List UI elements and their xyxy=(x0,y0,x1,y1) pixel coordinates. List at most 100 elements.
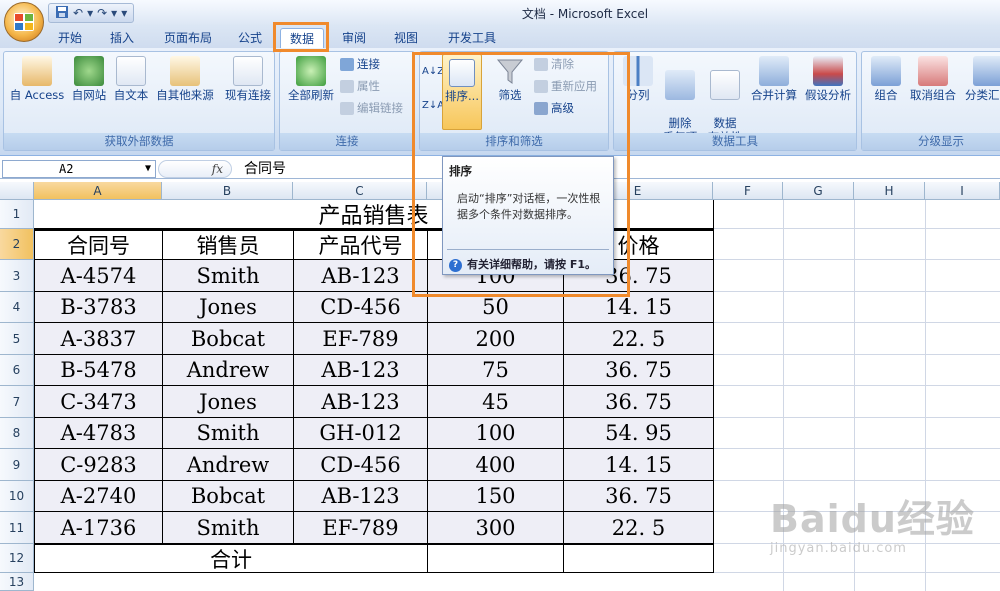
row-header[interactable]: 5 xyxy=(0,323,34,355)
tab-formulas[interactable]: 公式 xyxy=(232,28,268,48)
remove-duplicates-button[interactable]: 删除 重复项 xyxy=(658,56,702,144)
table-cell[interactable]: B-3783 xyxy=(34,292,163,323)
table-cell[interactable]: 36. 75 xyxy=(564,481,714,512)
table-cell[interactable]: AB-123 xyxy=(294,386,428,418)
consolidate-button[interactable]: 合并计算 xyxy=(748,56,800,102)
table-cell[interactable]: Jones xyxy=(163,292,294,323)
undo-icon[interactable]: ↶ xyxy=(73,6,83,20)
connections-button[interactable]: 连接 xyxy=(340,56,380,73)
table-cell[interactable]: Smith xyxy=(163,512,294,544)
redo-dropdown-icon[interactable]: ▾ xyxy=(111,6,117,20)
table-cell[interactable]: 36. 75 xyxy=(564,355,714,386)
table-cell[interactable]: EF-789 xyxy=(294,512,428,544)
table-cell[interactable]: Andrew xyxy=(163,449,294,481)
table-cell[interactable]: Andrew xyxy=(163,355,294,386)
table-cell[interactable]: 300 xyxy=(428,512,564,544)
table-cell[interactable]: 75 xyxy=(428,355,564,386)
customize-qat-icon[interactable]: ▾ xyxy=(121,6,127,20)
select-all-corner[interactable] xyxy=(0,182,34,200)
table-cell[interactable]: 150 xyxy=(428,481,564,512)
refresh-all-button[interactable]: 全部刷新 xyxy=(284,56,338,102)
name-box[interactable]: A2 ▼ xyxy=(2,160,156,178)
table-cell[interactable]: CD-456 xyxy=(294,292,428,323)
edit-links-button[interactable]: 编辑链接 xyxy=(340,100,403,117)
row-header[interactable]: 8 xyxy=(0,418,34,449)
undo-dropdown-icon[interactable]: ▾ xyxy=(87,6,93,20)
tab-developer[interactable]: 开发工具 xyxy=(442,28,502,48)
table-cell[interactable]: 22. 5 xyxy=(564,512,714,544)
column-header[interactable]: I xyxy=(925,182,1000,200)
table-cell[interactable]: 100 xyxy=(428,418,564,449)
formula-input[interactable]: 合同号 xyxy=(244,160,286,178)
from-access-button[interactable]: 自 Access xyxy=(8,56,66,102)
table-cell[interactable]: CD-456 xyxy=(294,449,428,481)
group-button[interactable]: 组合 xyxy=(866,56,906,102)
header-cell[interactable]: 产品代号 xyxy=(294,229,428,260)
table-cell[interactable]: A-2740 xyxy=(34,481,163,512)
row-header[interactable]: 7 xyxy=(0,386,34,418)
table-cell[interactable]: A-1736 xyxy=(34,512,163,544)
row-header[interactable]: 9 xyxy=(0,449,34,481)
row-header[interactable]: 13 xyxy=(0,573,34,591)
header-cell[interactable]: 合同号 xyxy=(34,229,163,260)
table-cell[interactable]: Smith xyxy=(163,260,294,292)
column-header[interactable]: B xyxy=(162,182,293,200)
ungroup-button[interactable]: 取消组合 xyxy=(906,56,960,102)
table-cell[interactable]: AB-123 xyxy=(294,355,428,386)
table-cell[interactable]: A-4574 xyxy=(34,260,163,292)
tab-page-layout[interactable]: 页面布局 xyxy=(158,28,218,48)
save-icon[interactable] xyxy=(55,5,69,22)
column-header[interactable]: H xyxy=(854,182,925,200)
total-qty-cell[interactable] xyxy=(428,544,564,573)
table-cell[interactable]: B-5478 xyxy=(34,355,163,386)
row-header[interactable]: 12 xyxy=(0,544,34,573)
redo-icon[interactable]: ↷ xyxy=(97,6,107,20)
table-cell[interactable]: 36. 75 xyxy=(564,386,714,418)
total-price-cell[interactable] xyxy=(564,544,714,573)
row-header[interactable]: 11 xyxy=(0,512,34,544)
data-validation-button[interactable]: 数据 有效性 xyxy=(702,56,748,144)
from-other-sources-button[interactable]: 自其他来源 xyxy=(152,56,218,102)
table-cell[interactable]: 400 xyxy=(428,449,564,481)
column-header[interactable]: F xyxy=(713,182,783,200)
table-cell[interactable]: A-3837 xyxy=(34,323,163,355)
column-header[interactable]: A xyxy=(34,182,162,200)
properties-button[interactable]: 属性 xyxy=(340,78,380,95)
table-cell[interactable]: AB-123 xyxy=(294,260,428,292)
total-label-cell[interactable]: 合计 xyxy=(34,544,428,573)
table-cell[interactable]: 200 xyxy=(428,323,564,355)
table-cell[interactable]: Bobcat xyxy=(163,323,294,355)
table-cell[interactable]: C-9283 xyxy=(34,449,163,481)
existing-connections-button[interactable]: 现有连接 xyxy=(222,56,274,102)
from-web-button[interactable]: 自网站 xyxy=(68,56,110,102)
table-cell[interactable]: Bobcat xyxy=(163,481,294,512)
row-header[interactable]: 6 xyxy=(0,355,34,386)
office-button[interactable] xyxy=(4,2,44,42)
subtotal-button[interactable]: 分类汇总 xyxy=(960,56,1000,102)
table-cell[interactable]: EF-789 xyxy=(294,323,428,355)
table-cell[interactable]: 45 xyxy=(428,386,564,418)
row-header[interactable]: 4 xyxy=(0,292,34,323)
table-cell[interactable]: Smith xyxy=(163,418,294,449)
header-cell[interactable]: 销售员 xyxy=(163,229,294,260)
tab-view[interactable]: 视图 xyxy=(388,28,424,48)
table-cell[interactable]: GH-012 xyxy=(294,418,428,449)
table-cell[interactable]: A-4783 xyxy=(34,418,163,449)
column-header[interactable]: G xyxy=(783,182,854,200)
insert-function-button[interactable]: fx xyxy=(158,160,232,178)
from-text-button[interactable]: 自文本 xyxy=(110,56,152,102)
table-cell[interactable]: AB-123 xyxy=(294,481,428,512)
tab-review[interactable]: 审阅 xyxy=(336,28,372,48)
row-header[interactable]: 2 xyxy=(0,229,34,260)
row-header[interactable]: 10 xyxy=(0,481,34,512)
row-header[interactable]: 3 xyxy=(0,260,34,292)
tab-home[interactable]: 开始 xyxy=(52,28,88,48)
table-cell[interactable]: 14. 15 xyxy=(564,449,714,481)
table-cell[interactable]: Jones xyxy=(163,386,294,418)
tab-insert[interactable]: 插入 xyxy=(104,28,140,48)
name-box-dropdown-icon[interactable]: ▼ xyxy=(145,161,151,177)
table-cell[interactable]: C-3473 xyxy=(34,386,163,418)
what-if-analysis-button[interactable]: 假设分析 xyxy=(800,56,856,102)
table-cell[interactable]: 54. 95 xyxy=(564,418,714,449)
table-cell[interactable]: 22. 5 xyxy=(564,323,714,355)
